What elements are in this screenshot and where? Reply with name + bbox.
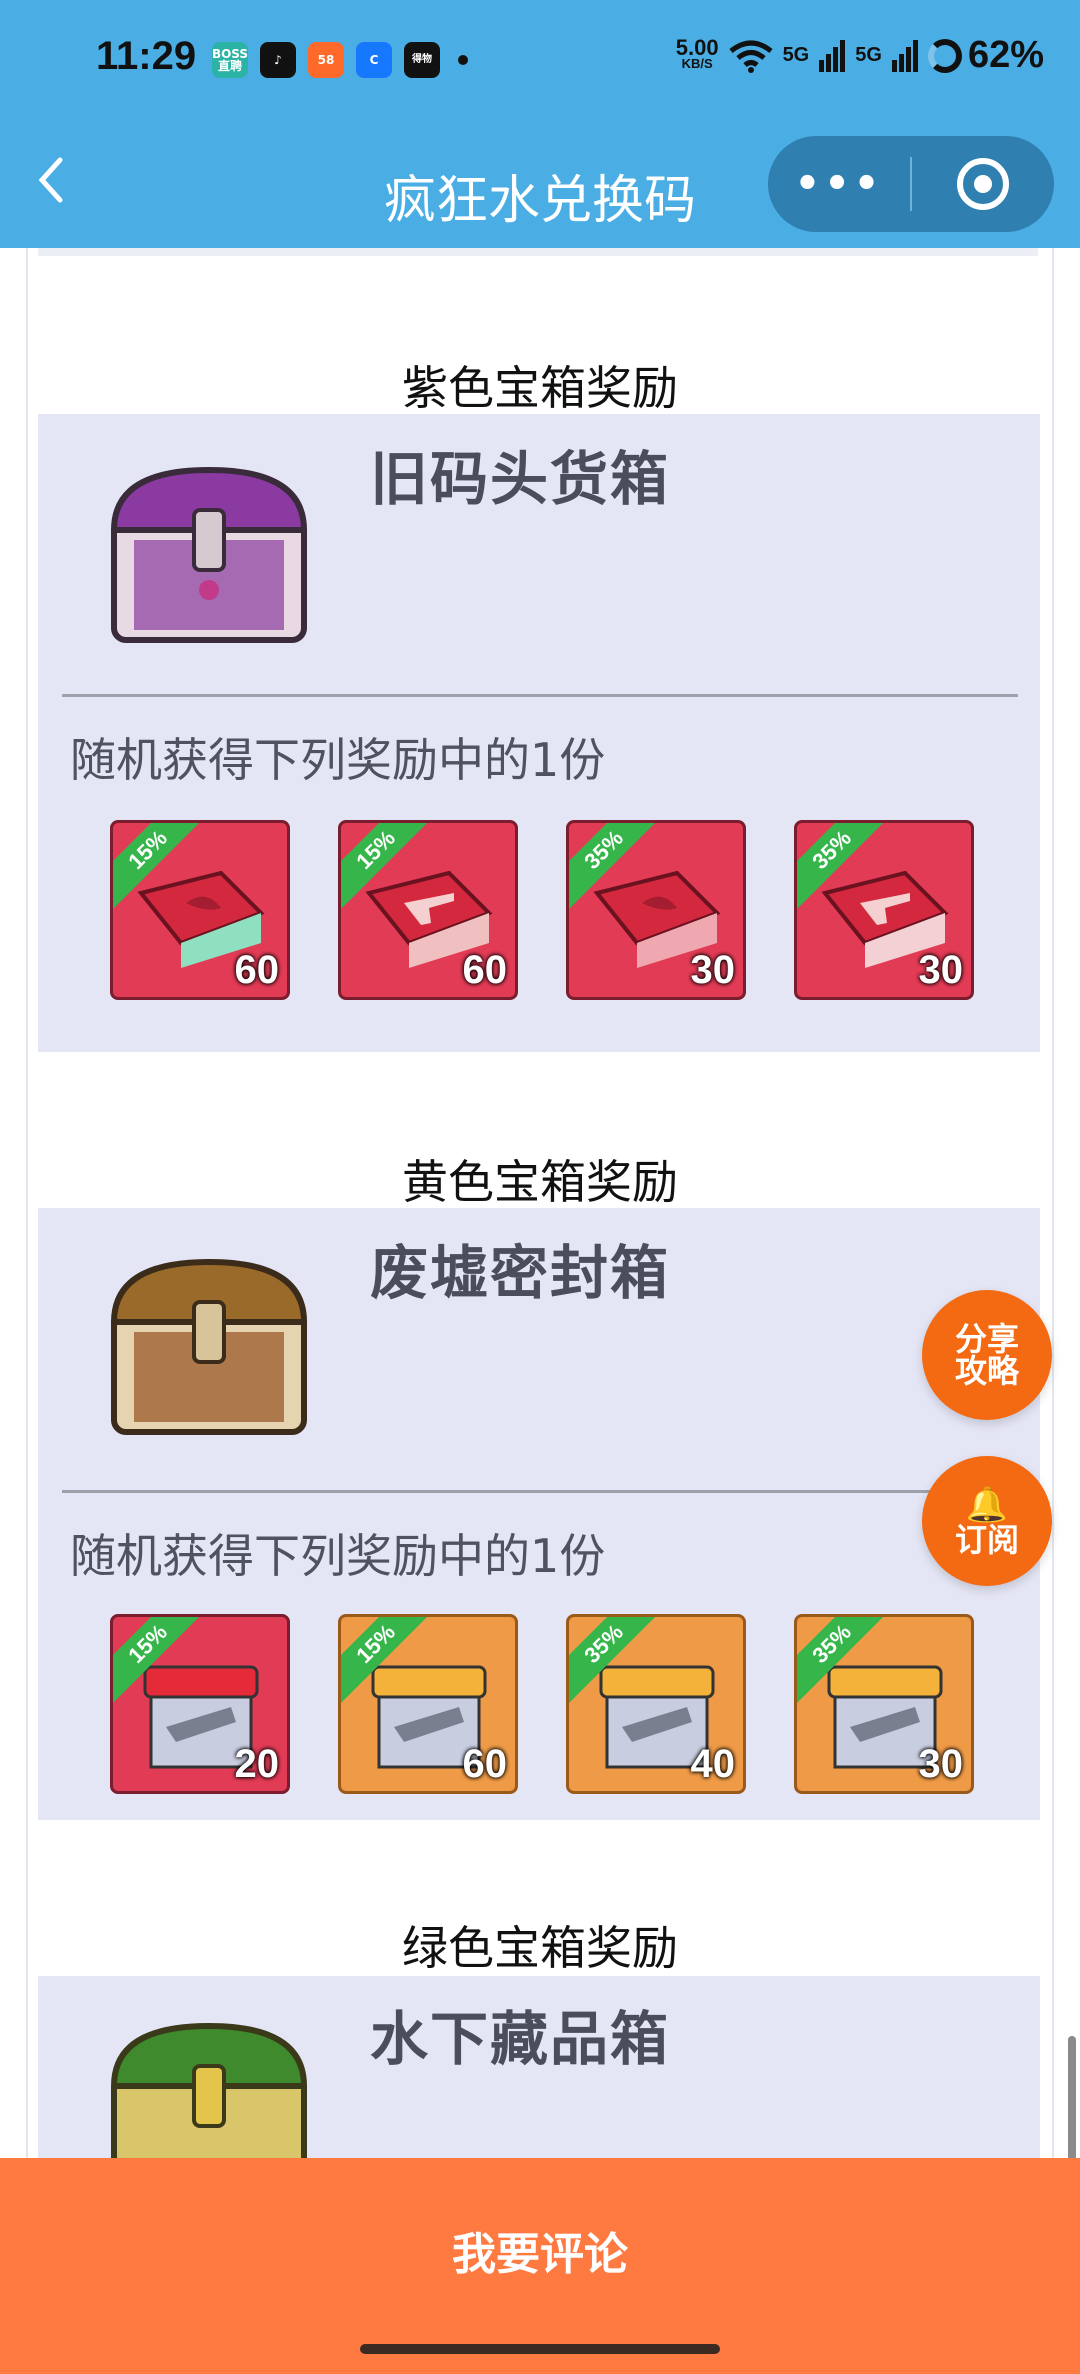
reward-count: 20 [234, 1742, 280, 1786]
home-indicator[interactable] [360, 2344, 720, 2354]
net-speed-value: 5.00 [675, 34, 719, 60]
signal-bars-icon-2 [891, 39, 918, 72]
reward-item[interactable]: 35% 30 [794, 820, 974, 1000]
reward-count: 30 [918, 948, 964, 992]
more-button[interactable]: ••• [768, 161, 910, 207]
reward-item[interactable]: 15% 60 [110, 820, 290, 1000]
reward-count: 60 [234, 948, 280, 992]
reward-items: 15% 60 15% 60 35% 30 35% 30 [110, 820, 974, 1000]
battery-ring-icon [927, 38, 962, 73]
reward-count: 30 [918, 1742, 964, 1786]
bell-icon: 🔔 [965, 1485, 1009, 1525]
scrollbar[interactable] [1068, 2036, 1076, 2166]
card-divider [62, 1490, 1018, 1493]
reward-count: 60 [462, 1742, 508, 1786]
boss-app-icon: BOSS 直聘 [212, 42, 248, 78]
section-title: 黄色宝箱奖励 [402, 1155, 678, 1209]
reward-item[interactable]: 15% 20 [110, 1614, 290, 1794]
share-guide-button[interactable]: 分享 攻略 [922, 1290, 1052, 1420]
green-chest-icon [110, 2022, 308, 2158]
section-title: 紫色宝箱奖励 [402, 361, 678, 415]
status-bar: 11:29 BOSS 直聘 ♪ 58 C 得物 5.00 KB/S 5G 5G [0, 0, 1080, 120]
reward-card-purple: 旧码头货箱 随机获得下列奖励中的1份 15% 60 15% 60 35% 30 … [38, 414, 1040, 1052]
bottom-bar: 我要评论 [0, 2158, 1080, 2374]
card-divider [62, 694, 1018, 697]
subscribe-button[interactable]: 🔔 订阅 [922, 1456, 1052, 1586]
yellow-chest-icon [110, 1258, 308, 1435]
purple-chest-icon [110, 466, 308, 643]
article-content[interactable]: 紫色宝箱奖励 旧码头货箱 随机获得下列奖励中的1份 15% 60 15% 60 [0, 248, 1080, 2158]
random-reward-text: 随机获得下列奖励中的1份 [70, 1529, 606, 1583]
signal-bars-icon [819, 39, 846, 72]
more-notifications-dot-icon [458, 55, 468, 65]
reward-item[interactable]: 35% 40 [566, 1614, 746, 1794]
chest-name: 旧码头货箱 [370, 445, 671, 513]
reward-item[interactable]: 15% 60 [338, 820, 518, 1000]
net-speed-unit: KB/S [681, 55, 713, 71]
chest-name: 废墟密封箱 [370, 1239, 671, 1307]
reward-count: 30 [690, 948, 736, 992]
reward-count: 60 [462, 948, 508, 992]
wifi-icon [729, 40, 773, 73]
reward-item[interactable]: 35% 30 [794, 1614, 974, 1794]
section-title: 绿色宝箱奖励 [402, 1921, 678, 1975]
nav-bar: 疯狂水兑换码 ••• [0, 120, 1080, 248]
reward-card-yellow: 废墟密封箱 随机获得下列奖励中的1份 15% 20 15% 60 35% 40 … [38, 1208, 1040, 1820]
previous-card-edge [38, 248, 1038, 256]
battery-percent: 62% [967, 34, 1044, 76]
reward-item[interactable]: 35% 30 [566, 820, 746, 1000]
battery: 62% [927, 34, 1044, 77]
reward-count: 40 [690, 1742, 736, 1786]
miniprogram-capsule: ••• [768, 136, 1054, 232]
net-speed: 5.00 KB/S [675, 34, 719, 72]
chest-name: 水下藏品箱 [370, 2005, 671, 2073]
wuliu-app-icon: 得物 [404, 42, 440, 78]
58-app-icon: 58 [308, 42, 344, 78]
reward-items: 15% 20 15% 60 35% 40 35% 30 [110, 1614, 974, 1794]
status-time: 11:29 [96, 34, 197, 78]
target-close-icon [957, 158, 1009, 210]
c-app-icon: C [356, 42, 392, 78]
signal-5g-label-2: 5G [855, 44, 882, 66]
reward-item[interactable]: 15% 60 [338, 1614, 518, 1794]
random-reward-text: 随机获得下列奖励中的1份 [70, 733, 606, 787]
share-label-line1: 分享 [954, 1320, 1019, 1358]
comment-button[interactable]: 我要评论 [0, 2218, 1080, 2282]
share-label-line2: 攻略 [954, 1352, 1019, 1390]
subscribe-label: 订阅 [954, 1521, 1019, 1559]
close-button[interactable] [912, 158, 1054, 210]
tiktok-app-icon: ♪ [260, 42, 296, 78]
signal-5g-label-1: 5G [782, 44, 810, 66]
notification-icons: BOSS 直聘 ♪ 58 C 得物 [212, 42, 468, 78]
reward-card-green: 水下藏品箱 [38, 1976, 1040, 2158]
